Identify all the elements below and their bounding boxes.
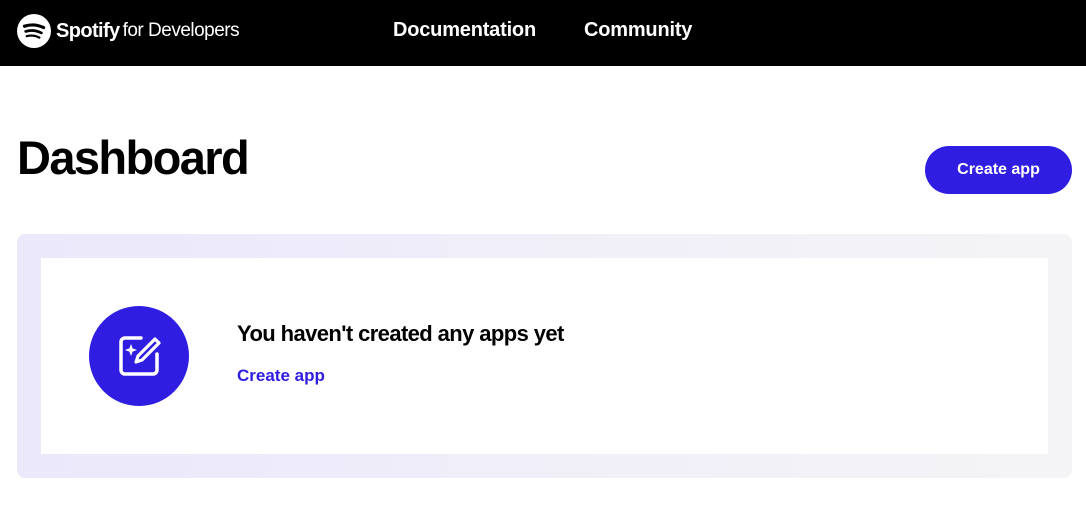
empty-state-title: You haven't created any apps yet [237, 321, 564, 346]
brand-name: Spotify [56, 19, 120, 42]
spotify-logo-icon [17, 14, 51, 48]
page-title: Dashboard [17, 131, 250, 184]
brand-suffix: for Developers [122, 20, 240, 41]
brand-home-link[interactable]: Spotify for Developers [17, 13, 240, 49]
nav-community-link[interactable]: Community [584, 19, 692, 42]
empty-state-create-app-link[interactable]: Create app [237, 366, 325, 386]
nav-documentation-link[interactable]: Documentation [393, 19, 536, 42]
edit-sparkle-icon [89, 306, 189, 406]
empty-state-card: You haven't created any apps yet Create … [41, 258, 1048, 454]
empty-state-panel: You haven't created any apps yet Create … [17, 234, 1072, 478]
create-app-button[interactable]: Create app [925, 146, 1072, 194]
top-navigation-bar: Spotify for Developers Documentation Com… [0, 0, 1086, 66]
